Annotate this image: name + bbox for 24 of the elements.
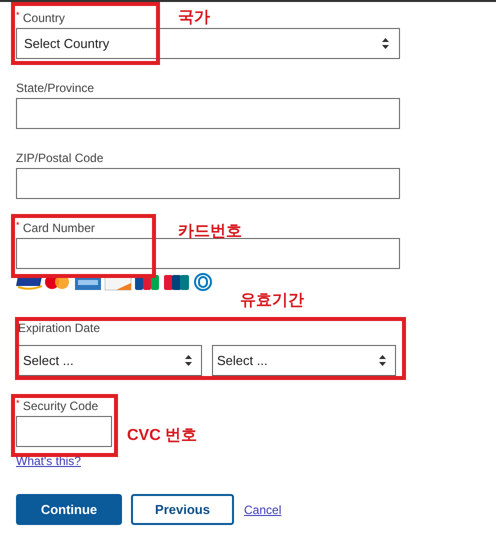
input-field[interactable]: [16, 238, 400, 269]
input-field[interactable]: [16, 98, 400, 129]
field-label: $^{*}$ Security Code: [16, 398, 98, 414]
cancel-link[interactable]: Cancel: [244, 502, 282, 516]
field-label: State/Province: [16, 80, 94, 96]
field-label: $^{*}$ Country: [16, 10, 65, 26]
field-label: $^{*}$ Card Number: [16, 220, 95, 236]
field-label: ZIP/Postal Code: [16, 150, 104, 166]
annotation-text: 유효기간: [240, 291, 304, 311]
annotation-text: 카드번호: [178, 222, 242, 242]
sort-arrows-icon: [382, 38, 389, 49]
date-select[interactable]: Select ...: [212, 345, 396, 376]
help-link[interactable]: What's this?: [16, 454, 81, 468]
annotation-text: 국가: [178, 8, 210, 28]
annotation-text: CVC 번호: [127, 426, 198, 446]
continue-button[interactable]: Continue: [16, 494, 122, 525]
sort-arrows-icon: [185, 355, 192, 366]
field-label: Expiration Date: [18, 320, 100, 336]
sort-arrows-icon: [379, 355, 386, 366]
country-select[interactable]: Select Country: [16, 28, 400, 59]
input-field[interactable]: [16, 416, 112, 447]
previous-button[interactable]: Previous: [131, 494, 234, 525]
input-field[interactable]: [16, 168, 400, 199]
date-select[interactable]: Select ...: [18, 345, 202, 376]
